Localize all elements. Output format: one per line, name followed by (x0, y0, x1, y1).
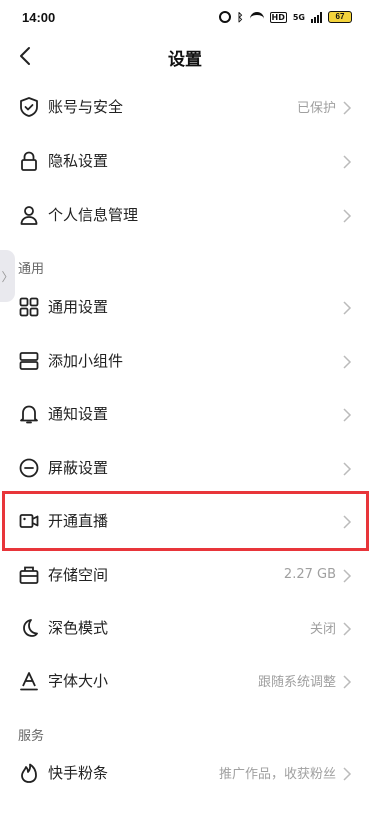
lock-icon (18, 150, 40, 172)
fire-icon (18, 762, 40, 784)
row-block-settings[interactable]: 屏蔽设置 (0, 441, 370, 494)
row-add-widget[interactable]: 添加小组件 (0, 334, 370, 387)
row-font-size[interactable]: 字体大小 跟随系统调整 (0, 654, 370, 707)
page-title: 设置 (168, 50, 202, 70)
row-kuaishou-fans[interactable]: 快手粉条 推广作品，收获粉丝 (0, 746, 370, 799)
chevron-right-icon (342, 621, 352, 636)
block-icon (18, 457, 40, 479)
alarm-icon (218, 11, 231, 23)
row-storage[interactable]: 存储空间 2.27 GB (0, 548, 370, 601)
storage-icon (18, 564, 40, 586)
chevron-right-icon (342, 674, 352, 689)
nav-bar: 设置 (0, 34, 370, 78)
chevron-right-icon (342, 300, 352, 315)
row-value: 已保护 (296, 101, 336, 116)
network-type: 5G (292, 12, 305, 22)
row-value: 跟随系统调整 (257, 675, 336, 690)
section-header-general: 通用 (18, 262, 45, 277)
row-label: 深色模式 (48, 619, 109, 637)
row-personal-info[interactable]: 个人信息管理 (0, 188, 370, 241)
section-header-services: 服务 (18, 729, 45, 744)
chevron-right-icon (342, 407, 352, 422)
battery-icon: 67 (328, 11, 352, 23)
chevron-right-icon (342, 208, 352, 223)
row-notifications[interactable]: 通知设置 (0, 387, 370, 440)
chevron-right-icon (342, 100, 352, 115)
wifi-icon (249, 12, 264, 22)
row-privacy[interactable]: 隐私设置 (0, 134, 370, 187)
row-label: 存储空间 (48, 566, 109, 584)
highlight-box (2, 491, 369, 551)
bell-icon (18, 403, 40, 425)
moon-icon (18, 617, 40, 639)
row-label: 添加小组件 (48, 352, 124, 370)
row-account-security[interactable]: 账号与安全 已保护 (0, 80, 370, 133)
row-label: 屏蔽设置 (48, 459, 109, 477)
row-label: 个人信息管理 (48, 206, 139, 224)
signal-icon (311, 11, 322, 23)
hd-badge: HD (269, 11, 287, 23)
chevron-right-icon (342, 154, 352, 169)
row-general-settings[interactable]: 通用设置 (0, 280, 370, 333)
row-label: 通知设置 (48, 405, 109, 423)
bluetooth-icon: ᛒ (236, 10, 244, 24)
shield-check-icon (18, 96, 40, 118)
chevron-right-icon (342, 461, 352, 476)
status-icons: ᛒ HD 5G 67 (218, 10, 352, 24)
grid-icon (18, 296, 40, 318)
row-dark-mode[interactable]: 深色模式 关闭 (0, 601, 370, 654)
row-label: 字体大小 (48, 672, 109, 690)
row-value: 推广作品，收获粉丝 (218, 767, 336, 782)
widget-icon (18, 350, 40, 372)
font-size-icon (18, 670, 40, 692)
row-label: 通用设置 (48, 298, 109, 316)
status-bar: 14:00 ᛒ HD 5G 67 (0, 0, 370, 34)
row-label: 隐私设置 (48, 152, 109, 170)
chevron-right-icon (342, 354, 352, 369)
status-time: 14:00 (22, 9, 56, 25)
person-icon (18, 204, 40, 226)
row-label: 快手粉条 (48, 764, 109, 782)
row-value: 2.27 GB (283, 567, 336, 582)
chevron-right-icon (342, 568, 352, 583)
row-label: 账号与安全 (48, 98, 124, 116)
chevron-right-icon (342, 766, 352, 781)
row-value: 关闭 (309, 622, 336, 637)
